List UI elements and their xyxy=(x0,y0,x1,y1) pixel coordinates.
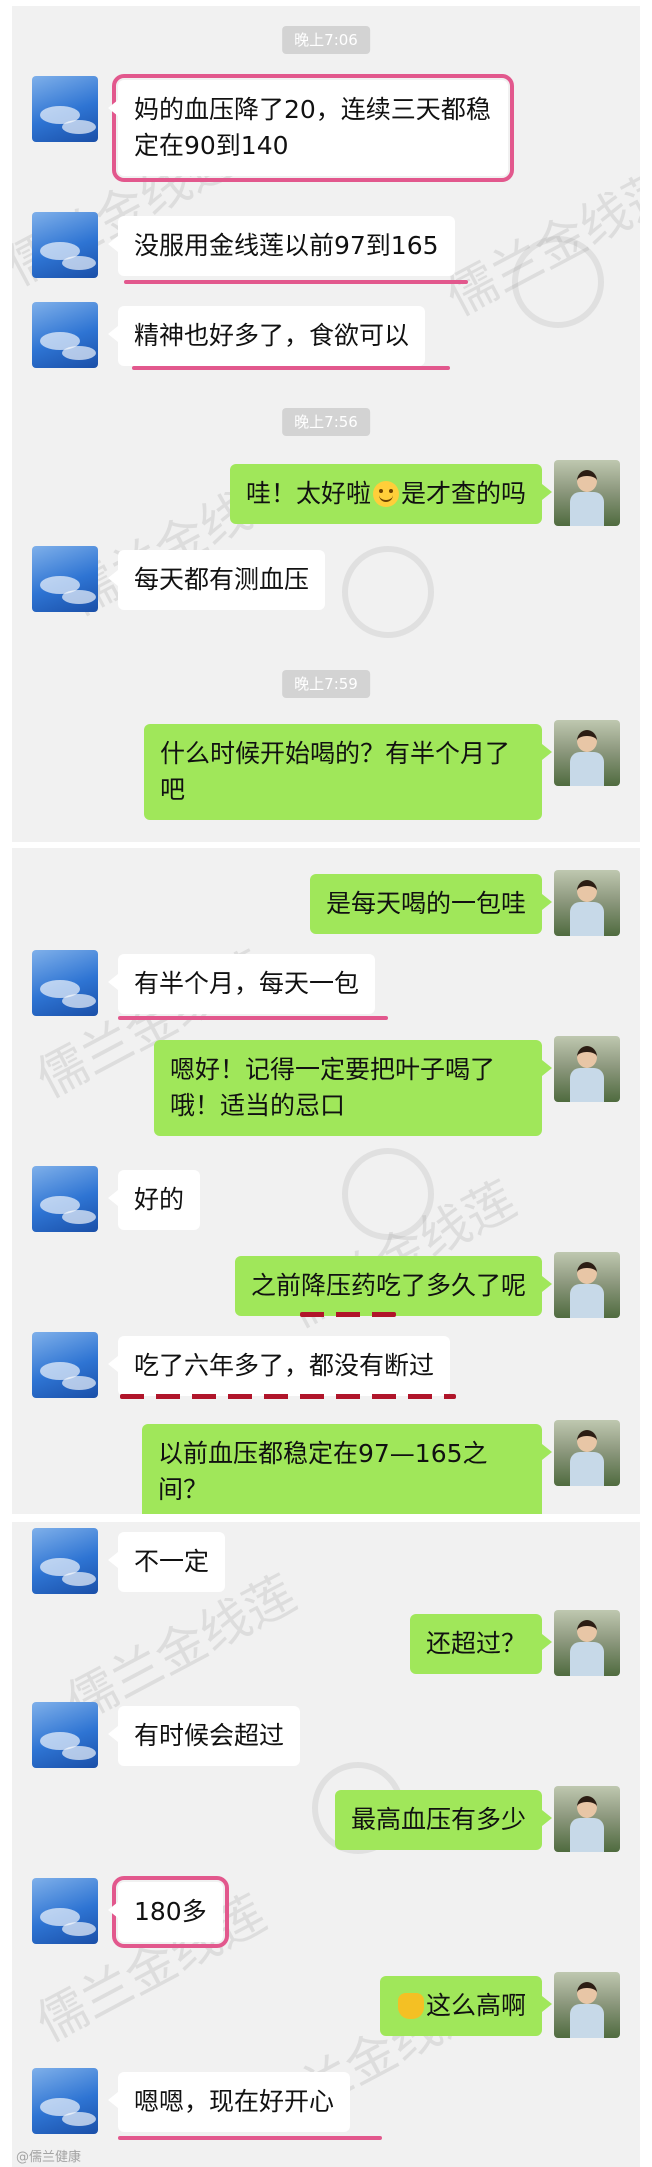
source-watermark: @儒兰健康 xyxy=(16,2150,82,2165)
message-bubble[interactable]: 以前血压都稳定在97—165之间？ xyxy=(142,1424,552,1514)
contact-avatar[interactable] xyxy=(32,212,98,278)
contact-avatar[interactable] xyxy=(32,1166,98,1232)
message-bubble[interactable]: 每天都有测血压 xyxy=(107,550,326,610)
user-avatar[interactable] xyxy=(554,1786,620,1852)
contact-avatar[interactable] xyxy=(32,76,98,142)
contact-avatar[interactable] xyxy=(32,1702,98,1768)
message-bubble[interactable]: 之前降压药吃了多久了呢 xyxy=(234,1256,553,1316)
smile-emoji-icon xyxy=(372,481,399,507)
message-bubble[interactable]: 不一定 xyxy=(107,1532,226,1592)
chat-screenshot-2: 儒兰金线莲 儒兰金线莲 是每天喝的一包哇 有半个月，每天一包 嗯好！记得一定要把… xyxy=(12,848,640,1514)
highlight-underline xyxy=(124,280,468,284)
timestamp: 晚上7:06 xyxy=(282,26,370,54)
highlight-underline xyxy=(132,366,450,370)
message-bubble[interactable]: 有时候会超过 xyxy=(107,1706,301,1766)
highlight-underline xyxy=(118,1016,388,1020)
message-bubble[interactable]: 好的 xyxy=(107,1170,201,1230)
user-avatar[interactable] xyxy=(554,1420,620,1486)
highlight-dashed-underline xyxy=(120,1394,456,1399)
message-bubble[interactable]: 这么高啊 xyxy=(379,1976,553,2036)
watermark-logo xyxy=(512,236,604,328)
clapping-hands-emoji-icon xyxy=(397,1993,424,2019)
user-avatar[interactable] xyxy=(554,720,620,786)
watermark-logo xyxy=(342,1148,434,1240)
contact-avatar[interactable] xyxy=(32,950,98,1016)
contact-avatar[interactable] xyxy=(32,1878,98,1944)
message-bubble[interactable]: 最高血压有多少 xyxy=(334,1790,553,1850)
message-bubble[interactable]: 嗯嗯，现在好开心 xyxy=(107,2072,351,2132)
contact-avatar[interactable] xyxy=(32,1528,98,1594)
user-avatar[interactable] xyxy=(554,460,620,526)
message-bubble[interactable]: 还超过？ xyxy=(409,1614,553,1674)
message-bubble[interactable]: 什么时候开始喝的？有半个月了吧 xyxy=(144,724,552,820)
message-text: 这么高啊 xyxy=(425,1991,526,2020)
message-bubble[interactable]: 精神也好多了，食欲可以 xyxy=(107,306,426,366)
message-bubble[interactable]: 妈的血压降了20，连续三天都稳定在90到140 xyxy=(108,74,514,182)
chat-screenshot-3: 儒兰金线莲 儒兰金线莲 儒兰金线莲 不一定 还超过？ 有时候会超过 最高血压有多… xyxy=(12,1522,640,2167)
message-bubble[interactable]: 没服用金线莲以前97到165 xyxy=(108,216,455,276)
message-bubble[interactable]: 有半个月，每天一包 xyxy=(107,954,376,1014)
user-avatar[interactable] xyxy=(554,1252,620,1318)
timestamp: 晚上7:59 xyxy=(282,670,370,698)
contact-avatar[interactable] xyxy=(32,1332,98,1398)
message-bubble[interactable]: 180多 xyxy=(108,1876,229,1948)
timestamp: 晚上7:56 xyxy=(282,408,370,436)
message-bubble[interactable]: 嗯好！记得一定要把叶子喝了哦！适当的忌口 xyxy=(154,1040,552,1136)
user-avatar[interactable] xyxy=(554,1972,620,2038)
chat-screenshot-1: 儒兰金线莲 儒兰金线莲 儒兰金线莲 晚上7:06 妈的血压降了20，连续三天都稳… xyxy=(12,6,640,842)
contact-avatar[interactable] xyxy=(32,2068,98,2134)
message-bubble[interactable]: 吃了六年多了，都没有断过 xyxy=(107,1336,451,1396)
message-bubble[interactable]: 哇！太好啦 是才查的吗 xyxy=(229,464,553,524)
user-avatar[interactable] xyxy=(554,1036,620,1102)
highlight-underline xyxy=(118,2136,382,2140)
contact-avatar[interactable] xyxy=(32,302,98,368)
message-text: 哇！太好啦 xyxy=(245,479,371,508)
highlight-dashed-underline xyxy=(300,1312,396,1317)
user-avatar[interactable] xyxy=(554,1610,620,1676)
watermark-logo xyxy=(342,546,434,638)
message-text: 是才查的吗 xyxy=(400,479,526,508)
contact-avatar[interactable] xyxy=(32,546,98,612)
user-avatar[interactable] xyxy=(554,870,620,936)
message-bubble[interactable]: 是每天喝的一包哇 xyxy=(309,874,553,934)
